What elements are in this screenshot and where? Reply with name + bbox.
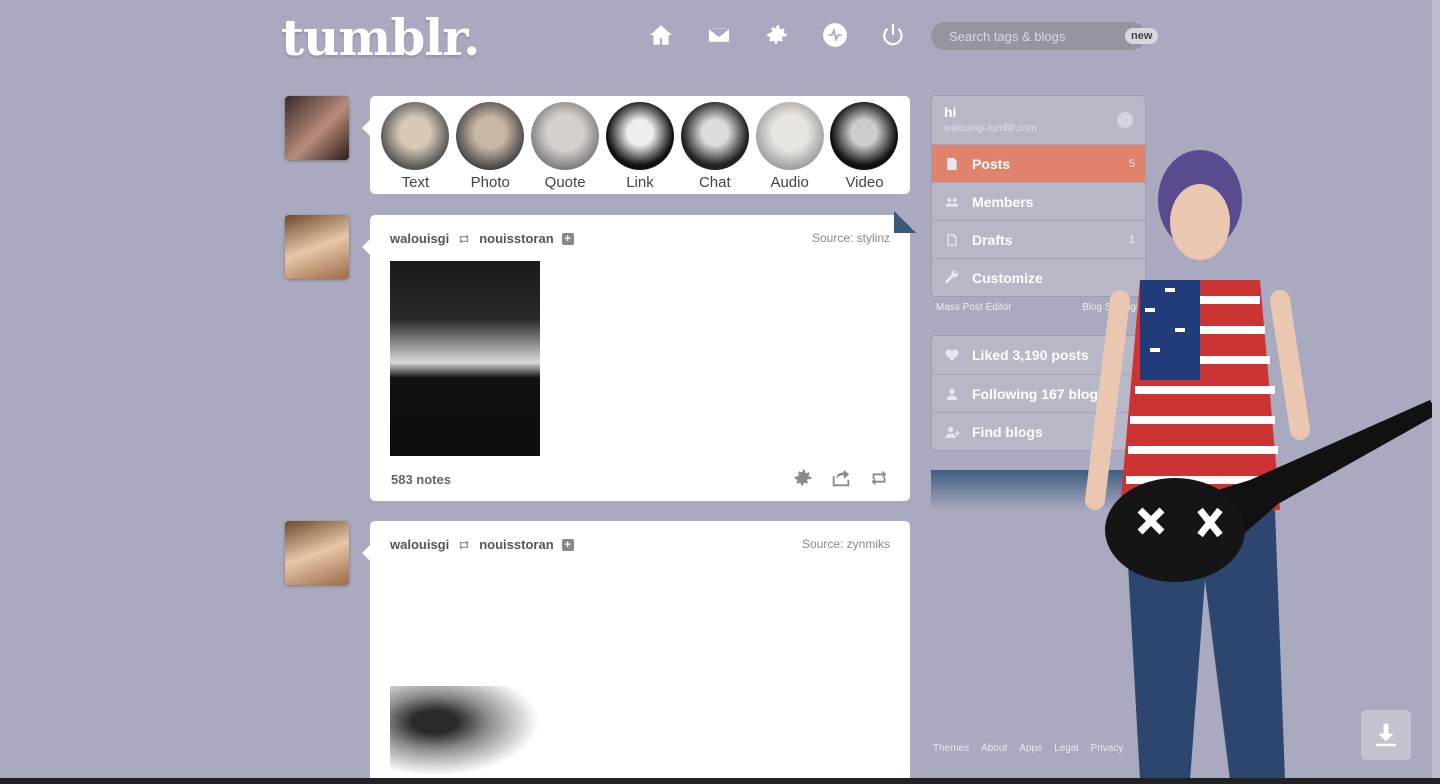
share-icon[interactable] bbox=[830, 467, 852, 489]
post-card: walouisgi nouisstoran + Source: stylinz … bbox=[362, 211, 916, 501]
post-avatar[interactable] bbox=[285, 215, 349, 279]
sidebar-item-label: Posts bbox=[972, 155, 1011, 172]
post-type-text[interactable]: Text bbox=[381, 102, 450, 194]
post-source[interactable]: Source: stylinz bbox=[812, 231, 890, 245]
post-card: walouisgi nouisstoran + Source: zynmiks bbox=[362, 521, 910, 784]
video-post-icon bbox=[830, 102, 899, 170]
post-type-label: Audio bbox=[770, 174, 809, 191]
heart-icon bbox=[945, 349, 959, 361]
footer-link[interactable]: Themes bbox=[933, 743, 969, 754]
mass-post-editor-link[interactable]: Mass Post Editor bbox=[936, 302, 1012, 313]
search-box[interactable]: new bbox=[931, 22, 1159, 50]
post-type-label: Video bbox=[845, 174, 884, 191]
post-type-label: Quote bbox=[544, 174, 586, 191]
activity-icon[interactable] bbox=[820, 20, 850, 50]
scroll-to-top-button[interactable] bbox=[1361, 710, 1411, 760]
add-person-icon bbox=[945, 426, 960, 438]
tumblr-logo[interactable]: tumblr. bbox=[281, 8, 480, 67]
post-photo[interactable] bbox=[390, 261, 540, 456]
sidebar-item-label: Liked 3,190 posts bbox=[972, 347, 1089, 363]
photo-post-icon bbox=[456, 102, 525, 170]
post-header: walouisgi nouisstoran + bbox=[390, 537, 574, 552]
sidebar-item-label: Customize bbox=[972, 269, 1043, 286]
post-avatar[interactable] bbox=[285, 521, 349, 585]
blog-url[interactable]: walouisgi.tumblr.com bbox=[944, 123, 1133, 134]
post-type-chat[interactable]: Chat bbox=[680, 102, 749, 194]
post-type-selector: Text Photo Quote Link Chat Audio Video bbox=[362, 96, 910, 194]
quote-post-icon bbox=[531, 102, 600, 170]
gear-icon[interactable] bbox=[792, 467, 814, 489]
footer-link[interactable]: About bbox=[981, 743, 1007, 754]
post-type-link[interactable]: Link bbox=[605, 102, 674, 194]
post-type-quote[interactable]: Quote bbox=[531, 102, 600, 194]
post-header: walouisgi nouisstoran + bbox=[390, 231, 574, 246]
sidebar-item-label: Members bbox=[972, 193, 1034, 210]
members-icon bbox=[945, 197, 959, 207]
post-type-label: Link bbox=[626, 174, 654, 191]
person-icon bbox=[946, 388, 958, 400]
notes-count[interactable]: 583 notes bbox=[391, 472, 451, 487]
post-corner-fold[interactable] bbox=[894, 211, 916, 233]
search-input[interactable] bbox=[939, 28, 1125, 44]
blog-title: hi bbox=[944, 104, 957, 120]
post-author[interactable]: walouisgi bbox=[390, 231, 449, 246]
background-figure bbox=[1085, 150, 1438, 780]
drafts-icon bbox=[947, 233, 957, 246]
post-type-label: Chat bbox=[698, 174, 731, 191]
follow-icon[interactable]: + bbox=[561, 538, 574, 551]
posts-icon bbox=[947, 157, 957, 170]
footer-link[interactable]: Apps bbox=[1019, 743, 1042, 754]
post-source[interactable]: Source: zynmiks bbox=[802, 537, 890, 551]
scrollbar[interactable] bbox=[1432, 0, 1440, 784]
text-post-icon bbox=[381, 102, 450, 170]
wrench-icon bbox=[945, 269, 958, 283]
reblog-icon bbox=[459, 539, 469, 550]
audio-post-icon bbox=[755, 102, 824, 170]
link-post-icon bbox=[605, 102, 674, 170]
mail-icon[interactable] bbox=[704, 20, 734, 50]
reblogged-from[interactable]: nouisstoran bbox=[479, 231, 553, 246]
sidebar-item-label: Find blogs bbox=[972, 423, 1043, 440]
blog-header[interactable]: hi walouisgi.tumblr.com bbox=[932, 96, 1145, 144]
power-icon[interactable] bbox=[878, 20, 908, 50]
bottom-strip bbox=[0, 778, 1440, 784]
footer-link[interactable]: Privacy bbox=[1091, 743, 1124, 754]
post-type-label: Photo bbox=[470, 174, 510, 191]
reblog-icon bbox=[459, 233, 469, 244]
gear-icon[interactable] bbox=[762, 20, 792, 50]
post-controls bbox=[792, 467, 890, 489]
follow-icon[interactable]: + bbox=[561, 232, 574, 245]
reblogged-from[interactable]: nouisstoran bbox=[479, 537, 553, 552]
post-type-audio[interactable]: Audio bbox=[755, 102, 824, 194]
home-icon[interactable] bbox=[646, 20, 676, 50]
footer-links: Themes About Apps Legal Privacy bbox=[933, 743, 1123, 754]
post-author[interactable]: walouisgi bbox=[390, 537, 449, 552]
reblog-icon[interactable] bbox=[868, 467, 890, 489]
download-icon bbox=[1376, 723, 1396, 747]
sidebar-item-label: Drafts bbox=[972, 231, 1013, 248]
post-photo[interactable] bbox=[390, 686, 540, 776]
footer-link[interactable]: Legal bbox=[1054, 743, 1078, 754]
post-type-video[interactable]: Video bbox=[830, 102, 899, 194]
user-avatar[interactable] bbox=[285, 96, 349, 160]
main-nav bbox=[646, 20, 908, 50]
chat-post-icon bbox=[680, 102, 749, 170]
search-new-badge: new bbox=[1125, 28, 1159, 44]
post-type-photo[interactable]: Photo bbox=[456, 102, 525, 194]
blog-options-icon[interactable] bbox=[1117, 112, 1133, 128]
post-type-label: Text bbox=[401, 174, 430, 191]
